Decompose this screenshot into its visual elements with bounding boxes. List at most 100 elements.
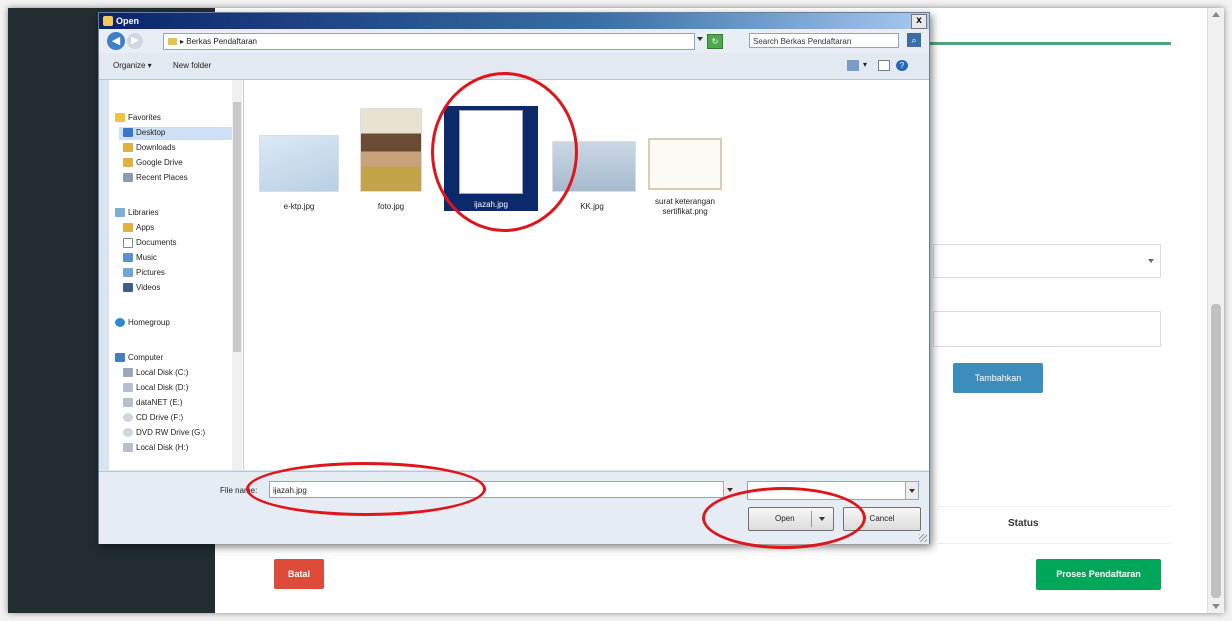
nav-google-drive[interactable]: Google Drive — [123, 158, 183, 168]
nav-videos[interactable]: Videos — [123, 283, 161, 293]
drive-icon — [123, 368, 133, 378]
cancel-button[interactable]: Batal — [274, 559, 324, 589]
refresh-icon[interactable]: ↻ — [707, 34, 723, 49]
nav-label: Libraries — [128, 208, 159, 217]
nav-label: Music — [136, 253, 157, 262]
folder-icon — [103, 16, 113, 26]
search-icon[interactable]: ⌕ — [907, 33, 921, 47]
nav-desktop[interactable]: Desktop — [123, 128, 166, 138]
file-name: foto.jpg — [377, 202, 405, 211]
new-folder-button[interactable]: New folder — [173, 61, 211, 70]
nav-label: Computer — [128, 353, 164, 362]
scroll-down-icon[interactable] — [1212, 604, 1220, 609]
address-bar[interactable]: ▸ Berkas Pendaftaran — [163, 33, 695, 50]
nav-label: DVD RW Drive (G:) — [136, 428, 206, 437]
drive-icon — [123, 383, 133, 393]
resize-grip[interactable] — [919, 534, 927, 542]
submit-registration-button[interactable]: Proses Pendaftaran — [1036, 559, 1161, 590]
chevron-down-icon[interactable] — [723, 481, 736, 498]
nav-favorites[interactable]: Favorites — [115, 113, 161, 123]
nav-downloads[interactable]: Downloads — [123, 143, 176, 153]
cancel-dialog-button[interactable]: Cancel — [843, 507, 921, 531]
nav-label: Pictures — [136, 268, 165, 277]
document-type-select[interactable] — [933, 244, 1161, 278]
file-thumbnail — [648, 138, 722, 190]
nav-disk-h[interactable]: Local Disk (H:) — [123, 443, 189, 453]
nav-label: Desktop — [136, 128, 166, 137]
add-button[interactable]: Tambahkan — [953, 363, 1043, 393]
computer-icon — [115, 353, 125, 363]
nav-computer[interactable]: Computer — [115, 353, 164, 363]
file-name-label: File name: — [220, 486, 258, 495]
file-thumbnail — [552, 141, 636, 192]
nav-label: dataNET (E:) — [136, 398, 183, 407]
nav-apps[interactable]: Apps — [123, 223, 154, 233]
button-divider — [811, 511, 812, 527]
scroll-up-icon[interactable] — [1212, 12, 1220, 17]
page-scrollbar[interactable] — [1207, 8, 1224, 613]
video-icon — [123, 283, 133, 293]
nav-documents[interactable]: Documents — [123, 238, 176, 248]
nav-label: Videos — [136, 283, 161, 292]
nav-dvd-drive[interactable]: DVD RW Drive (G:) — [123, 428, 206, 438]
nav-pictures[interactable]: Pictures — [123, 268, 165, 278]
file-type-select[interactable] — [747, 481, 919, 500]
chevron-down-icon[interactable] — [819, 517, 825, 521]
scrollbar-thumb[interactable] — [1211, 304, 1221, 598]
view-options-icon[interactable] — [847, 60, 859, 71]
file-thumbnail — [459, 110, 523, 194]
file-item[interactable]: KK.jpg — [552, 141, 636, 211]
navigation-scrollbar[interactable] — [232, 80, 242, 470]
scrollbar-thumb[interactable] — [233, 102, 241, 352]
nav-disk-d[interactable]: Local Disk (D:) — [123, 383, 189, 393]
file-item[interactable]: surat keterangan sertifikat.png — [645, 138, 725, 217]
file-name-input[interactable]: ijazah.jpg — [269, 481, 727, 498]
nav-datanet[interactable]: dataNET (E:) — [123, 398, 183, 408]
nav-cd-drive[interactable]: CD Drive (F:) — [123, 413, 184, 423]
forward-arrow-icon[interactable]: ▶ — [127, 33, 143, 49]
open-button-label: Open — [775, 514, 795, 523]
preview-pane-icon[interactable] — [878, 60, 890, 71]
command-bar: Organize ▾ New folder ▾ ? — [99, 53, 929, 80]
help-icon[interactable]: ? — [896, 60, 908, 71]
chevron-down-icon[interactable] — [905, 482, 918, 499]
nav-label: Local Disk (H:) — [136, 443, 189, 452]
disc-icon — [123, 413, 133, 423]
nav-label: Local Disk (C:) — [136, 368, 189, 377]
dialog-footer: File name: ijazah.jpg Open Cancel — [99, 471, 929, 544]
music-icon — [123, 253, 133, 263]
organize-menu[interactable]: Organize ▾ — [113, 61, 152, 70]
nav-music[interactable]: Music — [123, 253, 157, 263]
close-button[interactable]: x — [911, 14, 927, 29]
nav-homegroup[interactable]: Homegroup — [115, 318, 170, 328]
nav-label: Downloads — [136, 143, 176, 152]
picture-icon — [123, 268, 133, 278]
nav-recent-places[interactable]: Recent Places — [123, 173, 188, 183]
file-item[interactable]: e-ktp.jpg — [259, 135, 339, 211]
open-button[interactable]: Open — [748, 507, 834, 531]
file-input-field[interactable] — [933, 311, 1161, 347]
status-column-header: Status — [1008, 518, 1039, 529]
file-list: e-ktp.jpg foto.jpg ijazah.jpg KK.jpg sur… — [244, 80, 929, 470]
desktop-icon — [123, 128, 133, 138]
back-arrow-icon[interactable]: ◀ — [107, 32, 125, 50]
nav-label: Local Disk (D:) — [136, 383, 189, 392]
dialog-title: Open — [116, 16, 140, 26]
nav-label: CD Drive (F:) — [136, 413, 184, 422]
search-input[interactable]: Search Berkas Pendaftaran — [749, 33, 899, 48]
nav-label: Favorites — [128, 113, 161, 122]
file-item[interactable]: foto.jpg — [351, 108, 431, 211]
chevron-down-icon[interactable] — [697, 37, 703, 41]
nav-label: Google Drive — [136, 158, 183, 167]
address-path: ▸ Berkas Pendaftaran — [180, 37, 257, 46]
dialog-titlebar[interactable]: Open x — [99, 13, 929, 29]
file-name: surat keterangan sertifikat.png — [654, 197, 716, 216]
folder-icon — [123, 158, 133, 168]
file-item-selected[interactable]: ijazah.jpg — [444, 106, 538, 211]
nav-disk-c[interactable]: Local Disk (C:) — [123, 368, 189, 378]
table-header — [938, 506, 1171, 544]
chevron-down-icon[interactable]: ▾ — [863, 60, 869, 71]
file-thumbnail — [259, 135, 339, 192]
nav-libraries[interactable]: Libraries — [115, 208, 159, 218]
folder-icon — [123, 223, 133, 233]
